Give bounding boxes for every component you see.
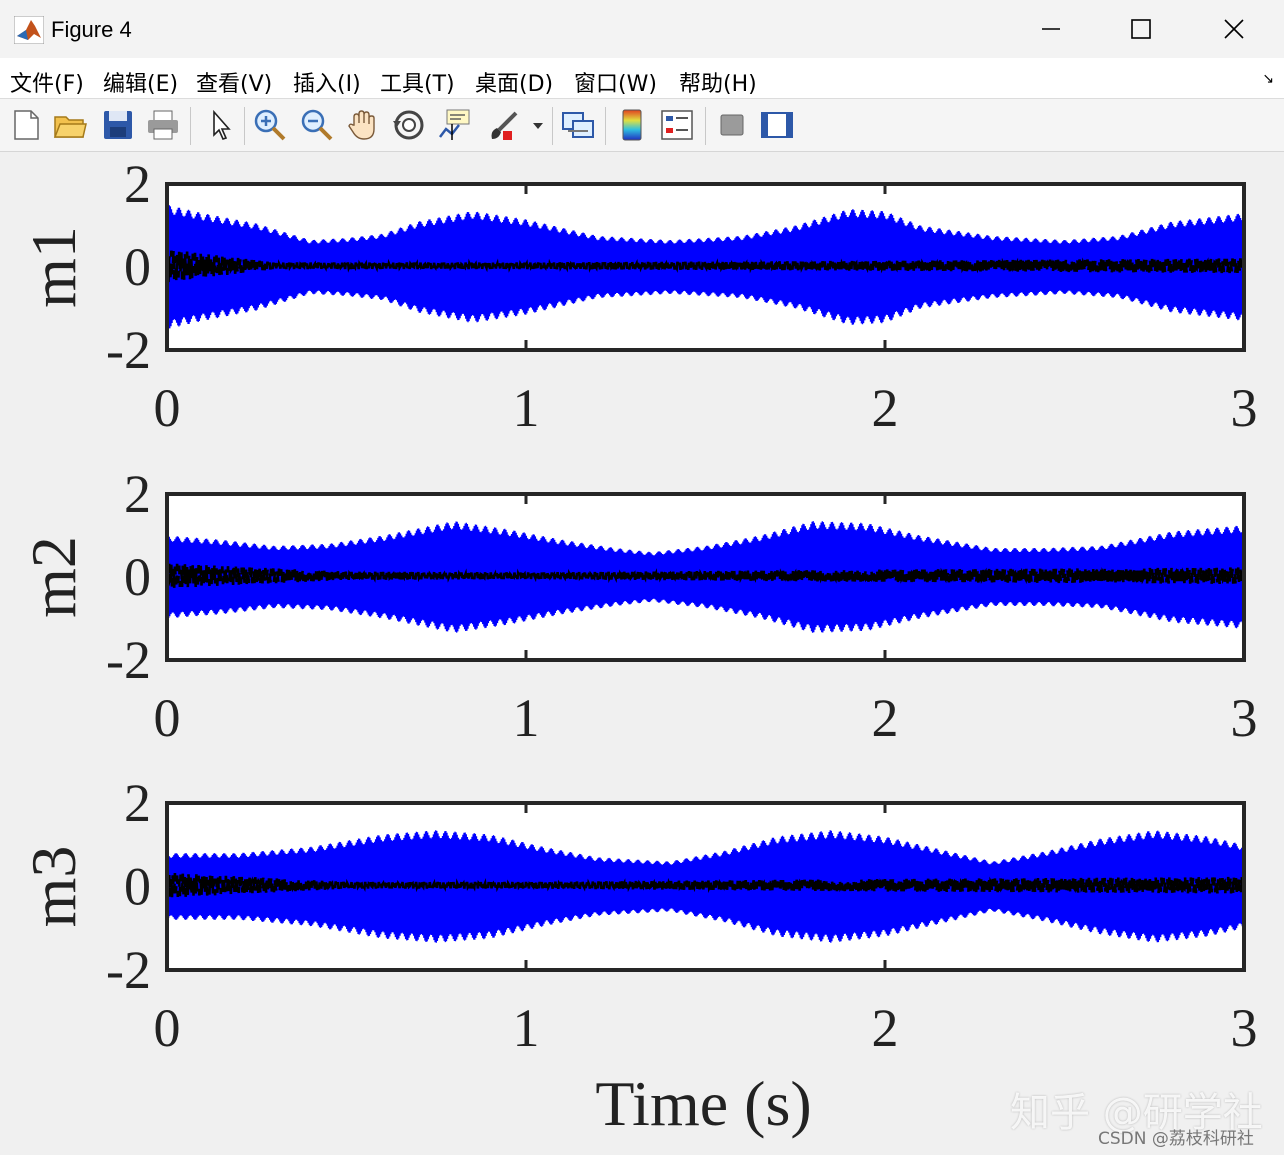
y-tick-label: 2 [124,154,151,214]
legend-icon[interactable] [659,107,695,143]
y-tick-label: -2 [106,320,151,380]
hide-plot-tools-icon[interactable] [714,107,750,143]
window-title: Figure 4 [51,17,132,42]
menu-tools[interactable]: 工具(T) [380,66,455,98]
menu-view[interactable]: 查看(V) [196,66,272,98]
pan-hand-icon[interactable] [345,107,381,143]
title-bar: Figure 4 [0,0,1284,58]
x-tick-label: 2 [872,998,899,1058]
maximize-icon [1131,19,1151,39]
toolbar-separator [705,107,706,145]
x-tick-label: 3 [1231,998,1258,1058]
x-tick-label: 2 [872,378,899,438]
brush-icon[interactable] [486,107,522,143]
figure-toolbar [0,99,1284,152]
y-tick-label: 0 [124,237,151,297]
close-button[interactable] [1211,8,1257,50]
menu-insert[interactable]: 插入(I) [293,66,361,98]
x-tick-label: 0 [154,998,181,1058]
minimize-icon [1042,28,1060,30]
zoom-in-icon[interactable] [252,107,288,143]
y-tick-label: -2 [106,630,151,690]
x-tick-label: 1 [513,688,540,748]
y-axis-label: m2 [18,536,89,618]
zoom-out-icon[interactable] [299,107,335,143]
print-icon[interactable] [145,107,181,143]
x-tick-label: 1 [513,378,540,438]
new-figure-icon[interactable] [8,107,44,143]
x-tick-label: 0 [154,688,181,748]
menu-window[interactable]: 窗口(W) [574,66,657,98]
brush-dropdown-icon[interactable] [530,107,546,143]
figure-canvas: 0 1 2 3 2 0 -2 m1 0 1 2 3 2 0 -2 m2 0 1 2 3 2 0 -2 m3 Time (s) 知… [0,152,1284,1155]
y-axis-label: m1 [18,226,89,308]
y-tick-label: 2 [124,773,151,833]
plots-svg: 0 1 2 320-2m10 1 2 320-2m20 1 2 320-2m3Time (s) [18,154,1258,1139]
menu-desktop[interactable]: 桌面(D) [475,66,553,98]
dock-arrow-icon[interactable]: ↘ [1262,70,1274,87]
y-tick-label: 0 [124,857,151,917]
x-tick-label: 3 [1231,378,1258,438]
link-plot-icon[interactable] [560,107,596,143]
toolbar-separator [190,107,191,145]
save-icon[interactable] [100,107,136,143]
matlab-logo-icon [14,16,44,44]
x-tick-label: 3 [1231,688,1258,748]
toolbar-separator [552,107,553,145]
menu-file[interactable]: 文件(F) [10,66,84,98]
y-tick-label: 2 [124,464,151,524]
select-arrow-icon[interactable] [202,107,238,143]
x-tick-label: 1 [513,998,540,1058]
csdn-watermark: CSDN @荔枝科研社 [1098,1129,1254,1149]
y-tick-label: -2 [106,940,151,1000]
minimize-button[interactable] [1028,8,1074,50]
y-tick-label: 0 [124,547,151,607]
y-axis-label: m3 [18,846,89,928]
close-icon [1224,19,1244,39]
menu-bar: 文件(F) 编辑(E) 查看(V) 插入(I) 工具(T) 桌面(D) 窗口(W… [0,58,1284,99]
open-file-icon[interactable] [52,107,88,143]
colorbar-icon[interactable] [614,107,650,143]
maximize-button[interactable] [1118,8,1164,50]
menu-help[interactable]: 帮助(H) [679,66,757,98]
rotate-3d-icon[interactable] [391,107,427,143]
menu-edit[interactable]: 编辑(E) [103,66,178,98]
x-tick-label: 2 [872,688,899,748]
x-axis-label: Time (s) [595,1068,811,1139]
data-cursor-icon[interactable] [437,107,473,143]
toolbar-separator [244,107,245,145]
x-tick-label: 0 [154,378,181,438]
show-plot-tools-icon[interactable] [759,107,795,143]
toolbar-separator [605,107,606,145]
